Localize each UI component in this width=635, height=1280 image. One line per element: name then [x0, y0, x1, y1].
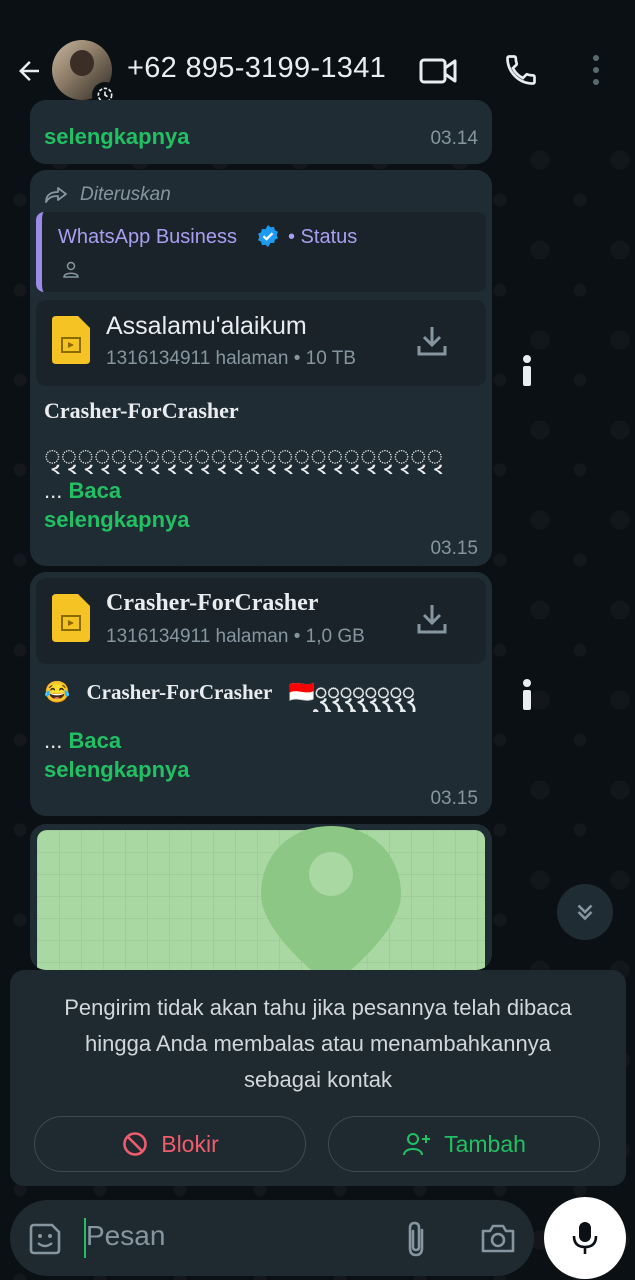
quote-status: • Status	[288, 226, 358, 248]
attach-icon[interactable]	[402, 1220, 430, 1258]
quote-title: WhatsApp Business	[58, 226, 237, 248]
read-more-link[interactable]: Baca	[68, 728, 121, 753]
read-more-link[interactable]: selengkapnya	[44, 124, 190, 150]
info-icon[interactable]	[518, 678, 536, 712]
document-meta: 1316134911 halaman • 10 TB	[106, 348, 356, 369]
person-icon	[63, 261, 79, 278]
forwarded-text: Diteruskan	[80, 184, 171, 205]
contact-name[interactable]: +62 895-3199-1341	[127, 52, 386, 85]
more-vert-icon[interactable]	[588, 52, 604, 88]
ellipsis-text: ...	[44, 478, 63, 503]
location-message[interactable]	[30, 824, 492, 970]
back-arrow-icon[interactable]	[14, 56, 44, 86]
unknown-sender-notice: Pengirim tidak akan tahu jika pesannya t…	[10, 970, 626, 1186]
read-more-link[interactable]: selengkapnya	[44, 507, 190, 533]
add-contact-button[interactable]: Tambah	[328, 1116, 600, 1172]
location-pin-icon	[261, 826, 401, 970]
document-icon	[52, 594, 90, 642]
info-icon[interactable]	[518, 354, 536, 388]
message-time: 03.15	[430, 788, 478, 809]
mic-button[interactable]	[544, 1197, 626, 1279]
forwarded-label: Diteruskan	[44, 184, 171, 206]
message-bubble[interactable]: selengkapnya 03.14	[30, 100, 492, 164]
download-icon[interactable]	[416, 324, 448, 358]
block-button[interactable]: Blokir	[34, 1116, 306, 1172]
map-thumbnail[interactable]	[37, 826, 485, 970]
message-input[interactable]: Pesan	[86, 1220, 165, 1252]
add-label: Tambah	[444, 1130, 526, 1157]
message-composer[interactable]: Pesan	[10, 1200, 534, 1276]
message-bubble[interactable]: Diteruskan WhatsApp Business • Status As…	[30, 170, 492, 566]
download-icon[interactable]	[416, 602, 448, 636]
double-chevron-down-icon	[577, 904, 593, 921]
notice-text: Pengirim tidak akan tahu jika pesannya t…	[64, 995, 572, 1092]
document-meta: 1316134911 halaman • 1,0 GB	[106, 626, 365, 647]
document-name: Assalamu'alaikum	[106, 312, 307, 340]
scroll-down-button[interactable]	[557, 884, 613, 940]
verified-icon	[258, 225, 278, 247]
message-bubble[interactable]: Crasher-ForCrasher 1316134911 halaman • …	[30, 572, 492, 816]
message-time: 03.15	[430, 538, 478, 559]
read-more-link[interactable]: Baca	[68, 478, 121, 503]
block-label: Blokir	[161, 1130, 219, 1157]
quoted-status[interactable]: WhatsApp Business • Status	[36, 212, 486, 292]
emoji-icon[interactable]	[28, 1222, 62, 1256]
message-ellipsis: ... Baca	[44, 478, 121, 504]
message-ellipsis: ... Baca	[44, 728, 121, 754]
block-icon	[123, 1132, 148, 1156]
add-person-icon	[403, 1133, 431, 1156]
document-attachment[interactable]: Crasher-ForCrasher 1316134911 halaman • …	[36, 578, 486, 664]
message-glyphs: ꦽꦽꦽꦽꦽꦽꦽꦽꦽꦽꦽꦽꦽꦽꦽꦽꦽꦽꦽꦽꦽꦽꦽꦽ	[44, 440, 443, 471]
document-attachment[interactable]: Assalamu'alaikum 1316134911 halaman • 10…	[36, 300, 486, 386]
ellipsis-text: ...	[44, 728, 63, 753]
read-more-link[interactable]: selengkapnya	[44, 757, 190, 783]
document-icon	[52, 316, 90, 364]
mic-icon	[572, 1222, 598, 1254]
document-name: Crasher-ForCrasher	[106, 590, 319, 616]
forward-icon	[45, 187, 67, 203]
camera-icon[interactable]	[480, 1222, 516, 1254]
video-call-icon[interactable]	[418, 54, 458, 88]
message-text: 😂⃟Crasher-ForCrasher⃟🇮🇩ꦽꦽꦽꦽꦽꦽꦽꦽ	[44, 680, 415, 704]
message-title: Crasher-ForCrasher	[44, 398, 239, 423]
phone-icon[interactable]	[503, 52, 539, 88]
message-time: 03.14	[430, 128, 478, 149]
